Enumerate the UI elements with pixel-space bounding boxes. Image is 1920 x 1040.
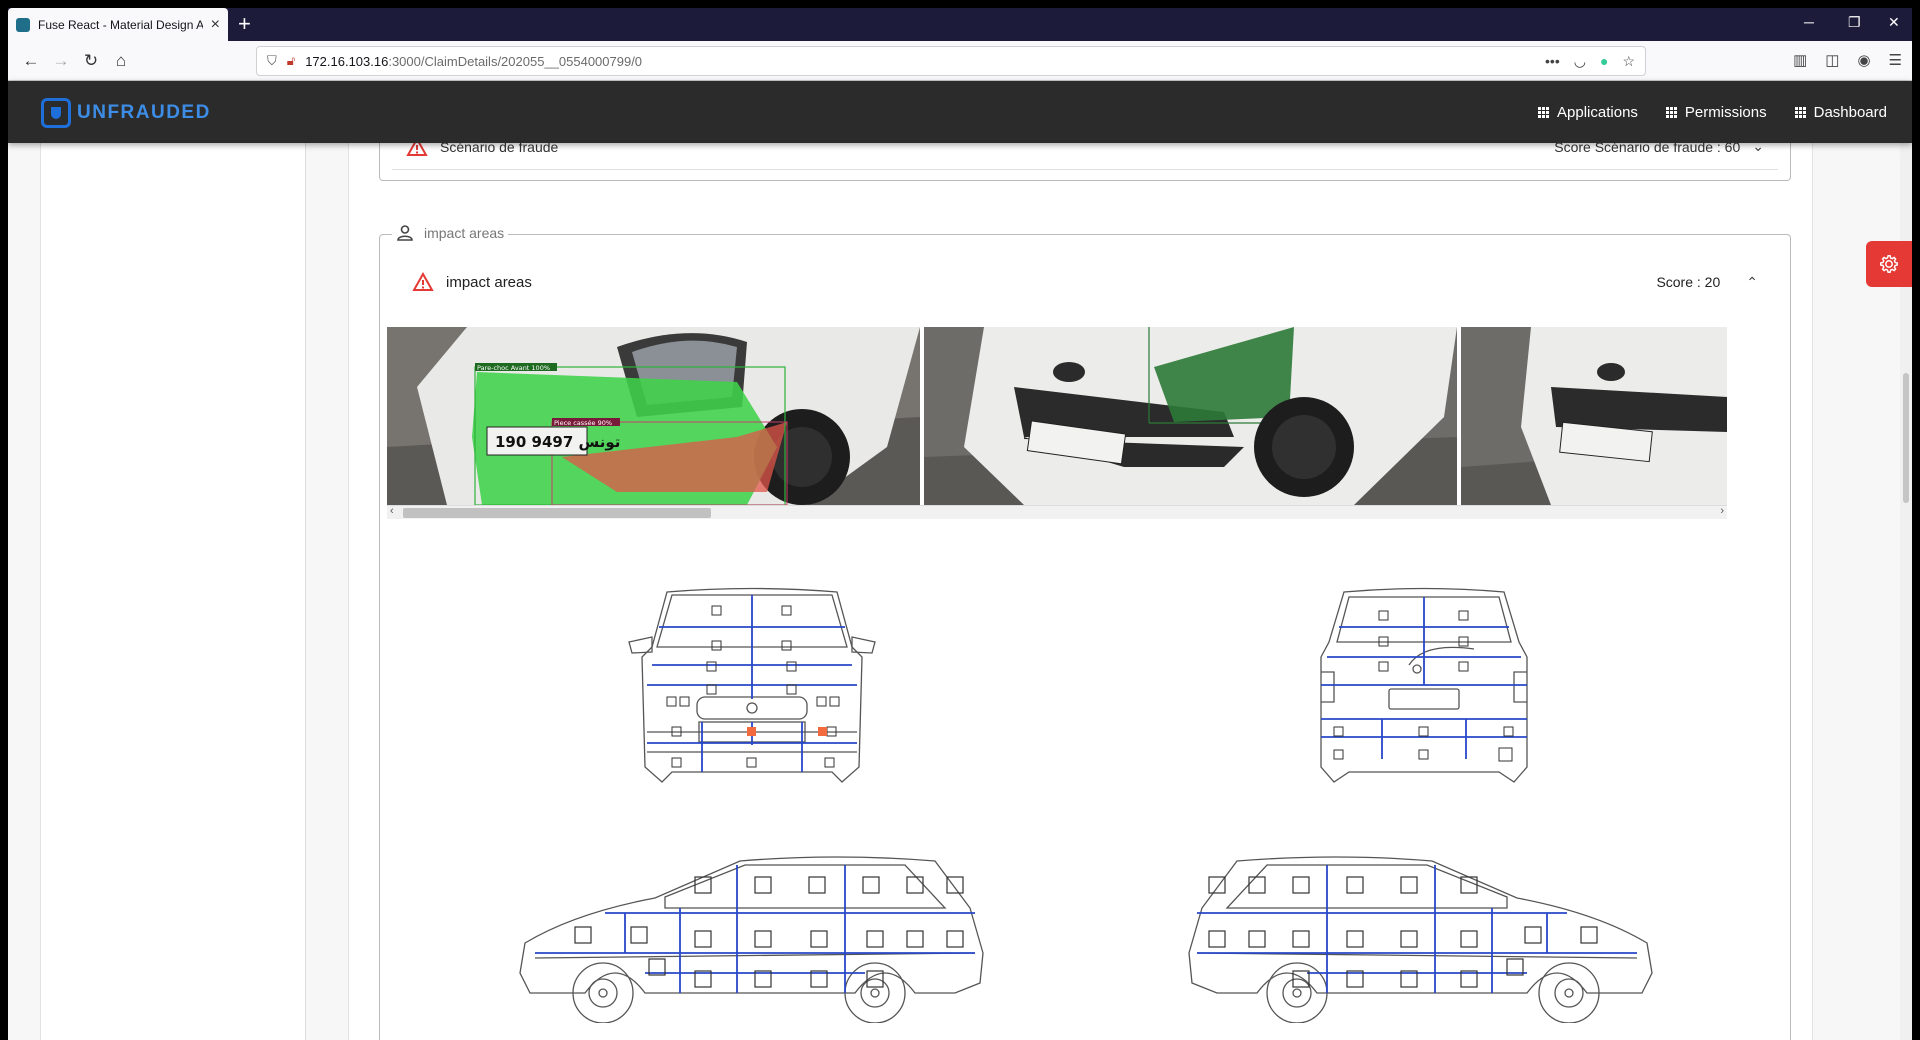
forward-icon[interactable]: → [46, 51, 76, 71]
main-content: Scénario de fraude Score Scénario de fra… [348, 123, 1813, 1040]
nav-label: Dashboard [1813, 103, 1887, 121]
gallery-scrollbar[interactable]: ‹ › [387, 505, 1727, 519]
browser-window: Fuse React - Material Design A × + ─ ❐ ✕… [8, 8, 1912, 1040]
damage-photo[interactable] [924, 327, 1457, 505]
scroll-left-icon[interactable]: ‹ [390, 505, 394, 517]
car-left-side-diagram [519, 856, 984, 1023]
browser-tab[interactable]: Fuse React - Material Design A × [8, 8, 228, 41]
settings-button[interactable] [1866, 241, 1912, 287]
shield-logo-icon [41, 98, 71, 128]
impact-areas-header[interactable]: impact areas Score : 20 ⌃ [390, 249, 1780, 315]
left-sidebar [40, 143, 306, 1040]
legend-label: impact areas [424, 225, 505, 241]
top-nav: Applications Permissions Dashboard [1538, 81, 1887, 143]
url-path: :3000/ClaimDetails/202055__0554000799/0 [388, 53, 643, 69]
close-tab-icon[interactable]: × [211, 16, 220, 34]
nav-permissions[interactable]: Permissions [1665, 103, 1767, 121]
apps-grid-icon [1794, 106, 1806, 118]
apps-grid-icon [1538, 106, 1550, 118]
nav-applications[interactable]: Applications [1538, 104, 1638, 121]
section-legend: impact areas [392, 224, 509, 242]
insecure-lock-icon[interactable]: 🔓︎ [287, 53, 295, 69]
scrollbar-thumb[interactable] [403, 508, 711, 518]
chevron-up-icon[interactable]: ⌃ [1746, 274, 1758, 291]
damage-photo[interactable] [1461, 327, 1727, 505]
sidebar-toggle-icon[interactable]: ◫ [1825, 51, 1839, 69]
detection-label: Pare-choc Avant 100% [477, 364, 550, 372]
car-photo-front-left: 190 تونس 9497 Pare-choc Avant 100% Piece… [387, 327, 920, 505]
home-icon[interactable]: ⌂ [106, 51, 136, 71]
impact-areas-label: impact areas [446, 273, 532, 291]
new-tab-button[interactable]: + [238, 12, 251, 36]
car-photo-front-right [924, 327, 1457, 505]
pocket-icon[interactable]: ◡ [1574, 53, 1586, 70]
car-photo-front [1461, 327, 1727, 505]
scroll-right-icon[interactable]: › [1720, 505, 1724, 517]
car-rear-view-diagram [1320, 587, 1528, 783]
back-icon[interactable]: ← [16, 51, 46, 71]
logo[interactable]: UNFRAUDED [41, 98, 211, 128]
damage-photo-gallery[interactable]: 190 تونس 9497 Pare-choc Avant 100% Piece… [387, 327, 1727, 505]
person-icon [396, 224, 414, 242]
restore-icon[interactable]: ❐ [1848, 14, 1861, 31]
plate-number-text: 190 تونس 9497 [495, 433, 620, 451]
favicon-icon [16, 17, 30, 32]
app-header: UNFRAUDED Applications Permissions Dashb… [8, 81, 1912, 143]
impact-score: Score : 20 [1656, 274, 1721, 290]
tab-strip: Fuse React - Material Design A × + ─ ❐ ✕ [8, 8, 1912, 41]
account-icon[interactable]: ◉ [1857, 51, 1870, 69]
nav-label: Applications [1557, 103, 1638, 121]
detection-label: Piece cassée 90% [554, 419, 612, 427]
gear-icon [1880, 255, 1898, 273]
close-window-icon[interactable]: ✕ [1888, 14, 1900, 31]
extension-icon[interactable]: ● [1600, 53, 1608, 70]
apps-grid-icon [1665, 106, 1677, 118]
warning-icon [412, 272, 434, 291]
page-scrollbar-thumb[interactable] [1903, 373, 1909, 503]
more-actions-icon[interactable]: ••• [1545, 53, 1560, 70]
browser-toolbar: ← → ↻ ⌂ ⛉ 🔓︎ 172.16.103.16:3000/ClaimDet… [8, 41, 1912, 81]
bookmark-star-icon[interactable]: ☆ [1622, 53, 1635, 70]
damage-photo[interactable]: 190 تونس 9497 Pare-choc Avant 100% Piece… [387, 327, 920, 505]
logo-text: UNFRAUDED [77, 102, 211, 123]
nav-label: Permissions [1684, 103, 1767, 121]
tab-title: Fuse React - Material Design A [38, 17, 203, 32]
library-icon[interactable]: ▥ [1793, 51, 1807, 69]
car-front-view-diagram [628, 587, 876, 783]
minimize-icon[interactable]: ─ [1804, 14, 1814, 30]
car-right-side-diagram [1188, 856, 1653, 1023]
nav-dashboard[interactable]: Dashboard [1794, 103, 1887, 121]
url-host: 172.16.103.16 [305, 53, 389, 69]
menu-icon[interactable]: ☰ [1889, 51, 1902, 69]
page-content: Scénario de fraude Score Scénario de fra… [8, 123, 1912, 1040]
shield-icon[interactable]: ⛉ [267, 53, 277, 69]
url-bar[interactable]: ⛉ 🔓︎ 172.16.103.16:3000/ClaimDetails/202… [256, 46, 1646, 76]
reload-icon[interactable]: ↻ [76, 51, 106, 71]
